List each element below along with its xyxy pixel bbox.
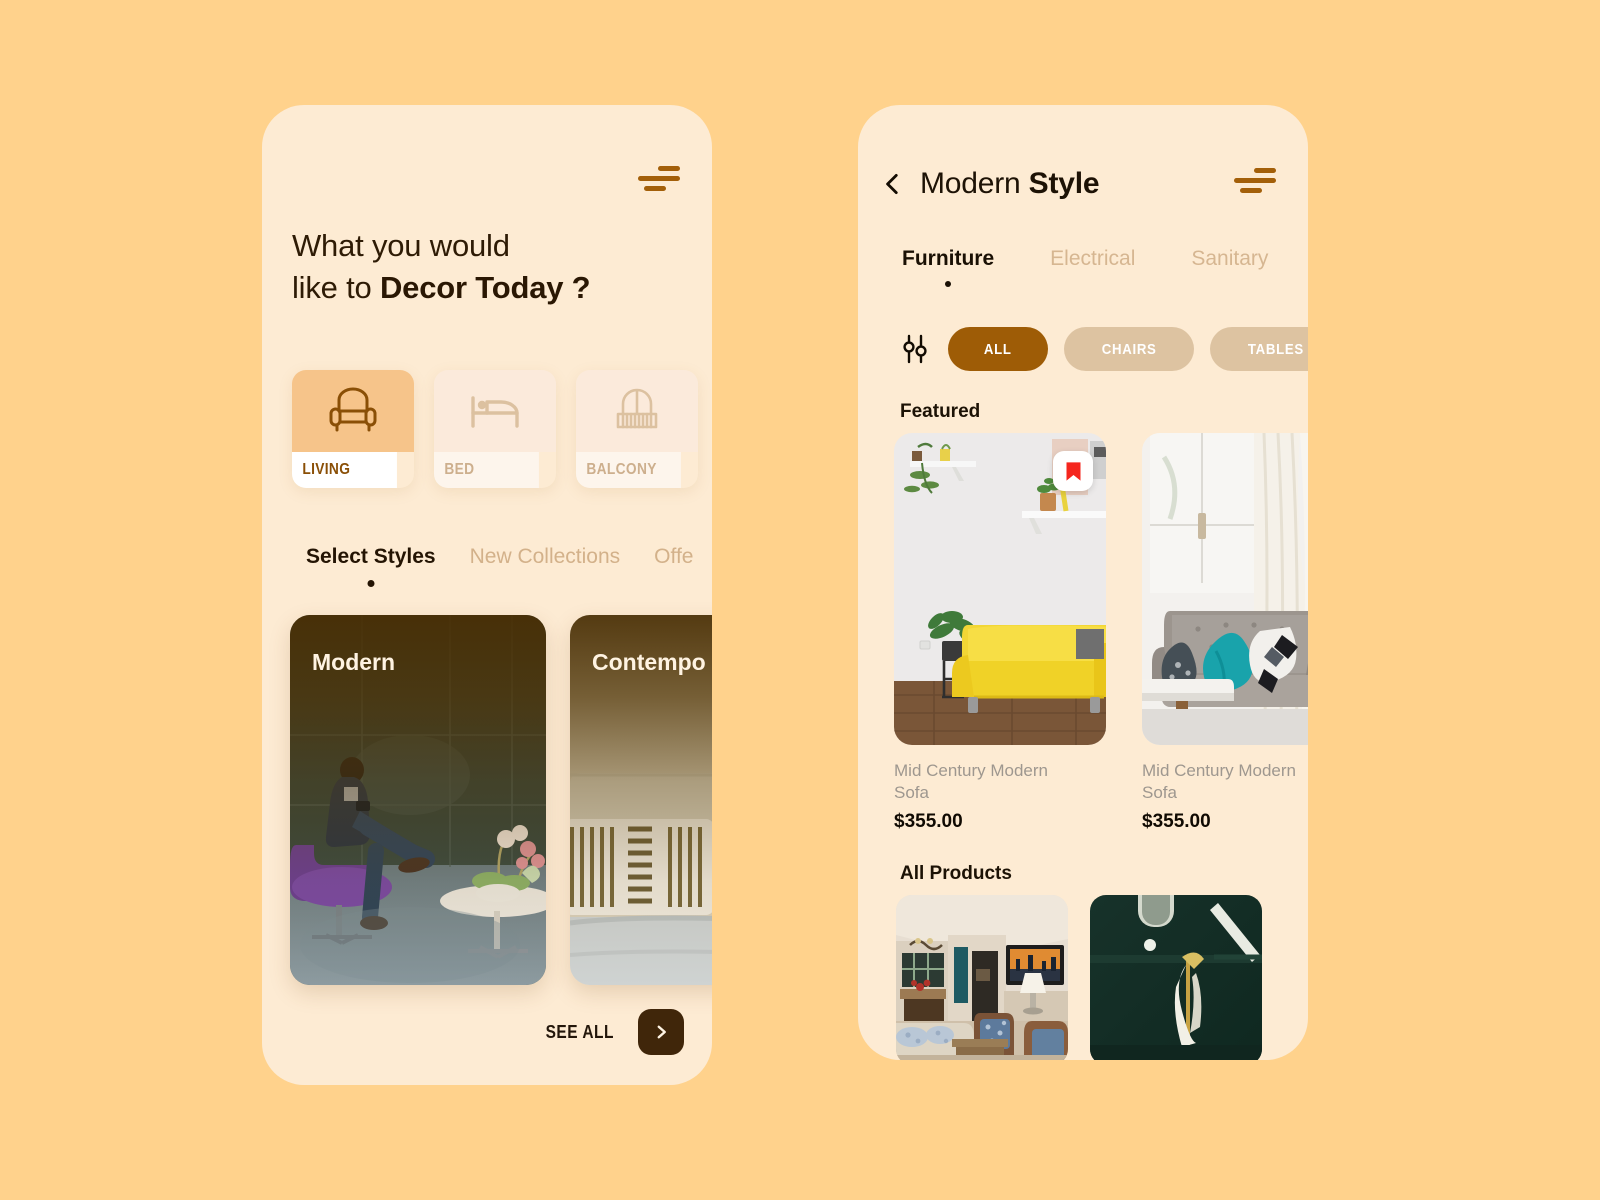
tab-electrical[interactable]: Electrical <box>1050 247 1135 271</box>
category-tab-bar: Furniture Electrical Sanitary <box>902 247 1268 271</box>
chip-tables[interactable]: TABLES <box>1209 327 1308 371</box>
title-plain: Modern <box>920 167 1029 200</box>
product-name: Mid Century Modern Sofa <box>1142 761 1297 803</box>
category-card-living[interactable]: LIVING <box>292 370 414 488</box>
chip-label: TABLES <box>1247 340 1304 358</box>
hamburger-icon[interactable] <box>638 165 680 193</box>
armchair-icon <box>292 370 414 452</box>
category-card-balcony[interactable]: BALCONY <box>576 370 698 488</box>
featured-product-list[interactable]: Mid Century Modern Sofa $355.00 Mid Cent… <box>894 433 1308 833</box>
style-tab-bar: Select Styles New Collections Offe <box>306 545 693 569</box>
product-card[interactable]: Mid Century Modern Sofa $355.00 <box>1142 433 1308 833</box>
style-card-carousel[interactable]: Modern Contempo <box>290 615 712 985</box>
bookmark-badge[interactable] <box>1053 451 1093 491</box>
product-price: $355.00 <box>1142 811 1211 833</box>
style-card-modern[interactable]: Modern <box>290 615 546 985</box>
category-card-bed[interactable]: BED <box>434 370 556 488</box>
category-label: BED <box>434 452 539 488</box>
all-products-list[interactable] <box>896 895 1262 1060</box>
heading-line-2-plain: like to <box>292 269 380 305</box>
heading-line-1: What you would <box>292 228 510 263</box>
bed-icon <box>434 370 556 452</box>
gray-sofa-photo <box>1142 433 1308 745</box>
heading-line-2-bold: Decor Today ? <box>380 269 591 305</box>
featured-heading: Featured <box>900 401 981 422</box>
bookmark-icon <box>1066 461 1080 481</box>
all-product-card[interactable] <box>1090 895 1262 1060</box>
see-all-button[interactable] <box>638 1009 684 1055</box>
page-title: What you would like to Decor Today ? <box>292 225 672 309</box>
chip-label: ALL <box>983 340 1012 358</box>
style-card-title: Contempo <box>592 649 706 675</box>
see-all-control[interactable]: SEE ALL <box>540 1009 684 1055</box>
see-all-label: SEE ALL <box>546 1021 615 1042</box>
menu-button-category[interactable] <box>1234 167 1276 195</box>
tab-furniture[interactable]: Furniture <box>902 247 994 271</box>
product-name: Mid Century Modern Sofa <box>894 761 1049 803</box>
screen-title: Modern Style <box>920 167 1100 201</box>
category-label: LIVING <box>292 452 397 488</box>
product-price: $355.00 <box>894 811 963 833</box>
chip-chairs[interactable]: CHAIRS <box>1063 327 1194 371</box>
chip-all[interactable]: ALL <box>948 327 1048 371</box>
all-product-card[interactable] <box>896 895 1068 1060</box>
menu-button-home[interactable] <box>638 165 680 193</box>
filter-chip-row: ALL CHAIRS TABLES <box>898 327 1308 371</box>
category-label: BALCONY <box>576 452 681 488</box>
phone-screen-home: What you would like to Decor Today ? LIV… <box>262 105 712 1085</box>
category-list: LIVING BED BALCONY <box>292 370 698 488</box>
tab-sanitary[interactable]: Sanitary <box>1191 247 1268 271</box>
title-bold: Style <box>1028 167 1100 200</box>
screen-header: Modern Style <box>880 167 1100 201</box>
hamburger-icon[interactable] <box>1234 167 1276 195</box>
product-card[interactable]: Mid Century Modern Sofa $355.00 <box>894 433 1106 833</box>
product-image <box>894 433 1106 745</box>
all-products-heading: All Products <box>900 863 1012 884</box>
app-mockup-canvas: What you would like to Decor Today ? LIV… <box>0 0 1600 1200</box>
tab-offers[interactable]: Offe <box>654 545 693 569</box>
chip-label: CHAIRS <box>1101 340 1157 358</box>
tab-select-styles[interactable]: Select Styles <box>306 545 436 569</box>
style-card-contemporary[interactable]: Contempo <box>570 615 712 985</box>
sliders-icon[interactable] <box>898 332 932 366</box>
bird-lamp-photo <box>1090 895 1262 1060</box>
style-card-title: Modern <box>312 649 396 675</box>
chevron-right-icon <box>657 1025 666 1039</box>
product-image <box>1142 433 1308 745</box>
phone-screen-category: Modern Style Furniture Electrical Sanita… <box>858 105 1308 1060</box>
living-room-photo <box>896 895 1068 1060</box>
chevron-left-icon[interactable] <box>880 169 906 199</box>
tab-new-collections[interactable]: New Collections <box>470 545 621 569</box>
balcony-icon <box>576 370 698 452</box>
